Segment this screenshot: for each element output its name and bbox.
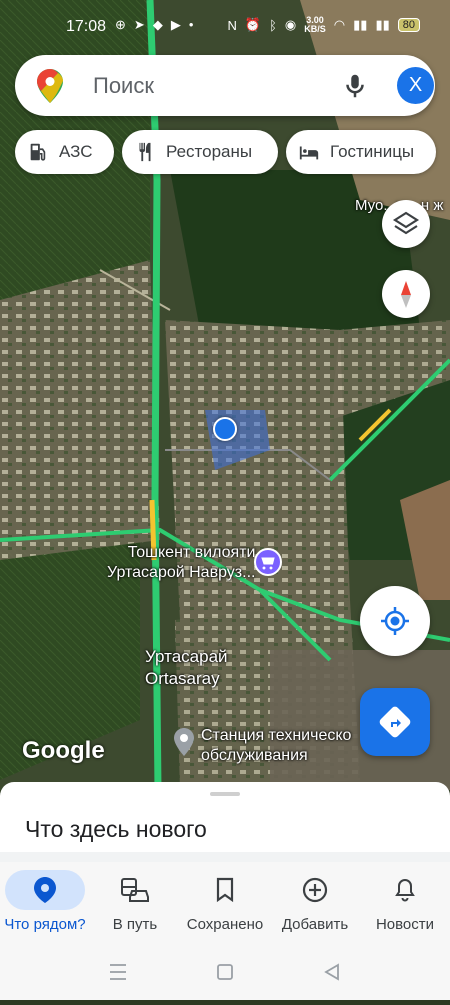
telegram-icon: ➤: [133, 17, 145, 32]
directions-button[interactable]: [360, 688, 430, 756]
map-label-shop[interactable]: Тошкент вилояти Уртасарой Навруз...: [107, 543, 255, 583]
directions-icon: [379, 706, 411, 738]
nav-icon-wrap: [95, 870, 175, 910]
add-circle-icon: [302, 877, 328, 903]
nav-label: Добавить: [281, 916, 349, 933]
my-location-dot: [213, 417, 237, 441]
compass-icon: [401, 281, 411, 308]
system-icons: N ⏰ ᛒ ◉ 3.00 KB/S ◠ ▮▮ ▮▮ 80: [228, 16, 420, 34]
hotel-icon: [299, 146, 319, 160]
account-avatar[interactable]: X: [397, 67, 434, 104]
bookmark-icon: [216, 877, 234, 903]
nav-label: Что рядом?: [4, 916, 86, 933]
status-time: 17:08: [66, 18, 107, 35]
restaurant-icon: [139, 142, 151, 162]
shopping-cart-pin-icon[interactable]: [254, 548, 282, 576]
crosshair-icon: [381, 607, 409, 635]
chip-restaurants[interactable]: Рестораны: [122, 130, 278, 174]
place-pin-icon[interactable]: [174, 728, 194, 756]
layers-icon: [392, 211, 420, 235]
nfc-icon: N: [227, 17, 237, 33]
nav-explore[interactable]: Что рядом?: [0, 870, 90, 933]
town-label-line2: Ortasaray: [145, 669, 220, 688]
nav-icon-wrap: [5, 870, 85, 910]
youtube-icon: ▶: [170, 17, 181, 32]
explore-sheet[interactable]: Что здесь нового: [0, 782, 450, 862]
chip-label: АЗС: [59, 142, 93, 161]
chip-hotels[interactable]: Гостиницы: [286, 130, 436, 174]
search-bar[interactable]: Поиск X: [15, 55, 435, 116]
net-speed-unit: KB/S: [304, 24, 326, 34]
battery-indicator: 80: [397, 18, 420, 32]
map-label-service[interactable]: Станция техническо обслуживания: [201, 726, 351, 766]
nav-label: Сохранено: [186, 916, 264, 933]
dot-icon: •: [188, 17, 194, 32]
microphone-icon[interactable]: [340, 71, 370, 101]
sheet-divider: [0, 852, 450, 862]
menu-icon[interactable]: [110, 964, 126, 980]
commute-icon: [121, 878, 149, 902]
system-navigation-bar: [0, 942, 450, 1000]
bluetooth-icon: ᛒ: [269, 17, 277, 33]
nav-saved[interactable]: Сохранено: [180, 870, 270, 933]
bell-icon: [395, 878, 415, 902]
nav-updates[interactable]: Новости: [360, 870, 450, 933]
my-location-button[interactable]: [360, 586, 430, 656]
chip-label: Гостиницы: [330, 142, 415, 161]
nav-contribute[interactable]: Добавить: [270, 870, 360, 933]
nav-icon-wrap: [275, 870, 355, 910]
home-icon[interactable]: [217, 964, 233, 980]
bottom-navigation: Что рядом? В путь Сохранено Добавить Нов…: [0, 862, 450, 942]
sheet-drag-handle[interactable]: [210, 792, 240, 796]
nav-icon-wrap: [365, 870, 445, 910]
satellite-map[interactable]: Муо...и... н ж Тошкент вилояти Уртасарой…: [0, 0, 450, 790]
town-label-line1: Уртасарай: [145, 647, 228, 666]
notification-icons: ⊕ ➤ ◆ ▶ •: [115, 17, 193, 33]
chip-gas-stations[interactable]: АЗС: [15, 130, 114, 174]
status-bar: 17:08 ⊕ ➤ ◆ ▶ • N ⏰ ᛒ ◉ 3.00 KB/S ◠ ▮▮ ▮…: [0, 0, 450, 50]
sheet-title: Что здесь нового: [25, 816, 207, 842]
signal-icon: ▮▮: [353, 17, 368, 32]
service-label-line2: обслуживания: [201, 747, 308, 764]
map-label-town[interactable]: Уртасарай Ortasaray: [145, 646, 228, 690]
shop-label-line1: Тошкент вилояти: [127, 544, 256, 561]
diamond-icon: ◆: [152, 17, 163, 32]
compass-button[interactable]: [382, 270, 430, 318]
nav-label: Новости: [375, 916, 435, 933]
chip-label: Рестораны: [166, 142, 253, 161]
search-placeholder[interactable]: Поиск: [93, 73, 154, 99]
shop-label-line2: Уртасарой Навруз...: [107, 564, 256, 581]
location-icon: ◉: [284, 17, 297, 32]
alarm-icon: ⏰: [244, 17, 262, 32]
sync-icon: ⊕: [115, 17, 126, 32]
layers-button[interactable]: [382, 200, 430, 248]
gas-station-icon: [30, 143, 46, 161]
nav-go[interactable]: В путь: [90, 870, 180, 933]
google-maps-pin-icon: [37, 69, 63, 103]
wifi-icon: ◠: [333, 17, 346, 32]
location-pin-icon: [34, 877, 56, 903]
system-nav-buttons: [110, 963, 339, 981]
nav-icon-wrap: [185, 870, 265, 910]
google-logo: Google: [22, 737, 105, 764]
back-icon[interactable]: [324, 963, 339, 981]
service-label-line1: Станция техническо: [201, 727, 352, 744]
nav-label: В путь: [112, 916, 158, 933]
net-speed: 3.00 KB/S: [304, 16, 326, 34]
signal-icon-2: ▮▮: [375, 17, 390, 32]
